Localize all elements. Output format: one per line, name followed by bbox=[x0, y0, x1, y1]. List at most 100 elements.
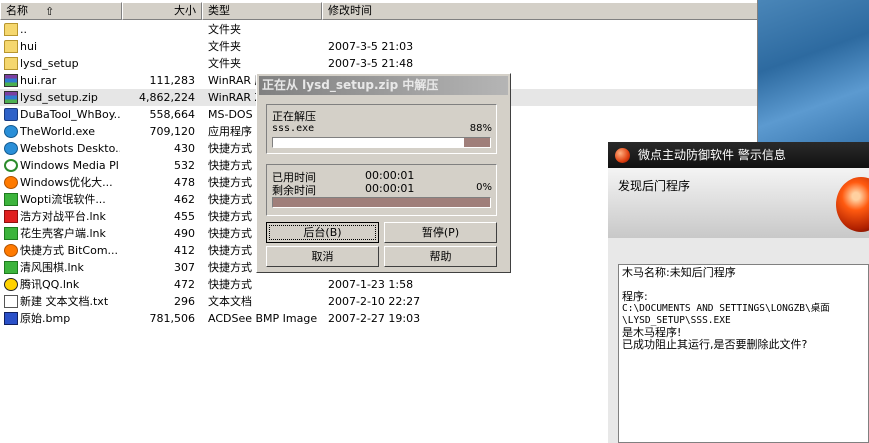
file-name: 腾讯QQ.lnk bbox=[20, 278, 80, 291]
media-player-icon bbox=[4, 159, 18, 172]
folder-icon bbox=[4, 23, 18, 36]
column-header-name-label: 名称 bbox=[6, 4, 28, 17]
file-name: DuBaTool_WhBoy... bbox=[20, 108, 120, 121]
column-header-type[interactable]: 类型 bbox=[202, 2, 322, 20]
bitcomet-icon bbox=[4, 244, 18, 257]
rar-icon bbox=[4, 91, 18, 104]
file-size: 430 bbox=[174, 142, 195, 155]
globe-icon bbox=[4, 142, 18, 155]
file-row[interactable]: .. 文件夹 bbox=[0, 21, 758, 38]
file-name: Windows Media Pl... bbox=[20, 159, 120, 172]
file-size: 4,862,224 bbox=[139, 91, 195, 104]
text-file-icon bbox=[4, 295, 18, 308]
file-name: hui.rar bbox=[20, 74, 57, 87]
pause-button[interactable]: 暂停(P) bbox=[384, 222, 497, 243]
remaining-time-label: 剩余时间 bbox=[272, 184, 316, 197]
file-name: 花生壳客户端.lnk bbox=[20, 227, 106, 240]
file-name: Windows优化大... bbox=[20, 176, 113, 189]
file-row[interactable]: lysd_setup 文件夹 2007-3-5 21:48 bbox=[0, 55, 758, 72]
file-progress-bar bbox=[272, 137, 491, 148]
file-size: 412 bbox=[174, 244, 195, 257]
file-size: 472 bbox=[174, 278, 195, 291]
file-type: 文件夹 bbox=[208, 40, 241, 53]
file-name: 浩方对战平台.lnk bbox=[20, 210, 106, 223]
security-alert-title: 微点主动防御软件 警示信息 bbox=[638, 148, 786, 162]
file-size: 455 bbox=[174, 210, 195, 223]
extract-dialog-title[interactable]: 正在从 lysd_setup.zip 中解压 bbox=[259, 76, 508, 95]
file-type: ACDSee BMP Image bbox=[208, 312, 318, 325]
total-progress-percent: 0% bbox=[476, 182, 492, 193]
current-file-name: sss.exe bbox=[272, 123, 315, 134]
security-alert-window: 微点主动防御软件 警示信息 发现后门程序 木马名称:未知后门程序 程序: C:\DO… bbox=[608, 142, 869, 443]
file-size: 709,120 bbox=[149, 125, 196, 138]
security-alert-titlebar[interactable]: 微点主动防御软件 警示信息 bbox=[608, 142, 869, 168]
file-modified: 2007-3-5 21:03 bbox=[328, 40, 414, 53]
wopti-icon bbox=[4, 193, 18, 206]
file-row[interactable]: hui 文件夹 2007-3-5 21:03 bbox=[0, 38, 758, 55]
windows-optimizer-icon bbox=[4, 176, 18, 189]
antivirus-logo-icon bbox=[615, 148, 630, 163]
folder-icon bbox=[4, 40, 18, 53]
file-size: 111,283 bbox=[149, 74, 196, 87]
file-size: 490 bbox=[174, 227, 195, 240]
file-size: 478 bbox=[174, 176, 195, 189]
file-progress-percent: 88% bbox=[469, 123, 492, 134]
bmp-file-icon bbox=[4, 312, 18, 325]
game-platform-icon bbox=[4, 210, 18, 223]
file-name: .. bbox=[20, 23, 27, 36]
column-header-name[interactable]: 名称 ⇧ bbox=[0, 2, 122, 20]
file-modified: 2007-1-23 1:58 bbox=[328, 278, 414, 291]
file-name: Wopti流氓软件... bbox=[20, 193, 106, 206]
extract-status-group: 正在解压 sss.exe 88% bbox=[266, 104, 497, 154]
file-name: 新建 文本文档.txt bbox=[20, 295, 109, 308]
file-name: 快捷方式 BitCom... bbox=[20, 244, 119, 257]
file-type: 文件夹 bbox=[208, 57, 241, 70]
folder-icon bbox=[4, 57, 18, 70]
sort-up-icon: ⇧ bbox=[45, 5, 55, 18]
file-name: 原始.bmp bbox=[20, 312, 71, 325]
file-name: lysd_setup.zip bbox=[20, 91, 98, 104]
qq-icon bbox=[4, 278, 18, 291]
elapsed-time-value: 00:00:01 bbox=[365, 169, 415, 182]
alert-details: 木马名称:未知后门程序 程序: C:\DOCUMENTS AND SETTINGS\… bbox=[618, 264, 869, 443]
file-size: 558,664 bbox=[149, 108, 196, 121]
delete-prompt-line: 已成功阻止其运行,是否要删除此文件? bbox=[622, 338, 808, 351]
background-button[interactable]: 后台(B) bbox=[266, 222, 379, 243]
help-button[interactable]: 帮助 bbox=[384, 246, 497, 267]
peanut-shell-icon bbox=[4, 227, 18, 240]
file-name: hui bbox=[20, 40, 37, 53]
remaining-time-value: 00:00:01 bbox=[365, 182, 415, 195]
file-size: 532 bbox=[174, 159, 195, 172]
total-progress-fill bbox=[273, 198, 490, 207]
alert-message: 发现后门程序 bbox=[618, 179, 691, 193]
exe-icon bbox=[4, 108, 18, 121]
file-modified: 2007-3-5 21:48 bbox=[328, 57, 414, 70]
file-name: 清风围棋.lnk bbox=[20, 261, 84, 274]
extract-status-label: 正在解压 bbox=[272, 110, 316, 123]
go-game-icon bbox=[4, 261, 18, 274]
file-size: 781,506 bbox=[149, 312, 196, 325]
total-progress-bar bbox=[272, 197, 491, 208]
file-modified: 2007-2-10 22:27 bbox=[328, 295, 421, 308]
file-modified: 2007-2-27 19:03 bbox=[328, 312, 421, 325]
file-name: lysd_setup bbox=[20, 57, 79, 70]
program-path: C:\DOCUMENTS AND SETTINGS\LONGZB\桌面\LYSD… bbox=[622, 303, 830, 326]
file-type: 文本文档 bbox=[208, 295, 252, 308]
desktop-background bbox=[758, 0, 869, 142]
globe-icon bbox=[4, 125, 18, 138]
column-header-modified[interactable]: 修改时间 bbox=[322, 2, 758, 20]
program-label: 程序: bbox=[622, 290, 648, 303]
file-progress-fill bbox=[463, 138, 490, 147]
file-size: 296 bbox=[174, 295, 195, 308]
extract-time-group: 已用时间 00:00:01 剩余时间 00:00:01 0% bbox=[266, 164, 497, 216]
file-name: TheWorld.exe bbox=[20, 125, 95, 138]
rar-icon bbox=[4, 74, 18, 87]
extract-dialog: 正在从 lysd_setup.zip 中解压 正在解压 sss.exe 88% … bbox=[256, 73, 511, 273]
file-size: 462 bbox=[174, 193, 195, 206]
file-type: 快捷方式 bbox=[208, 278, 252, 291]
file-type: 文件夹 bbox=[208, 23, 241, 36]
column-header-size[interactable]: 大小 bbox=[122, 2, 202, 20]
cancel-button[interactable]: 取消 bbox=[266, 246, 379, 267]
file-size: 307 bbox=[174, 261, 195, 274]
trojan-name-line: 木马名称:未知后门程序 bbox=[622, 266, 736, 279]
